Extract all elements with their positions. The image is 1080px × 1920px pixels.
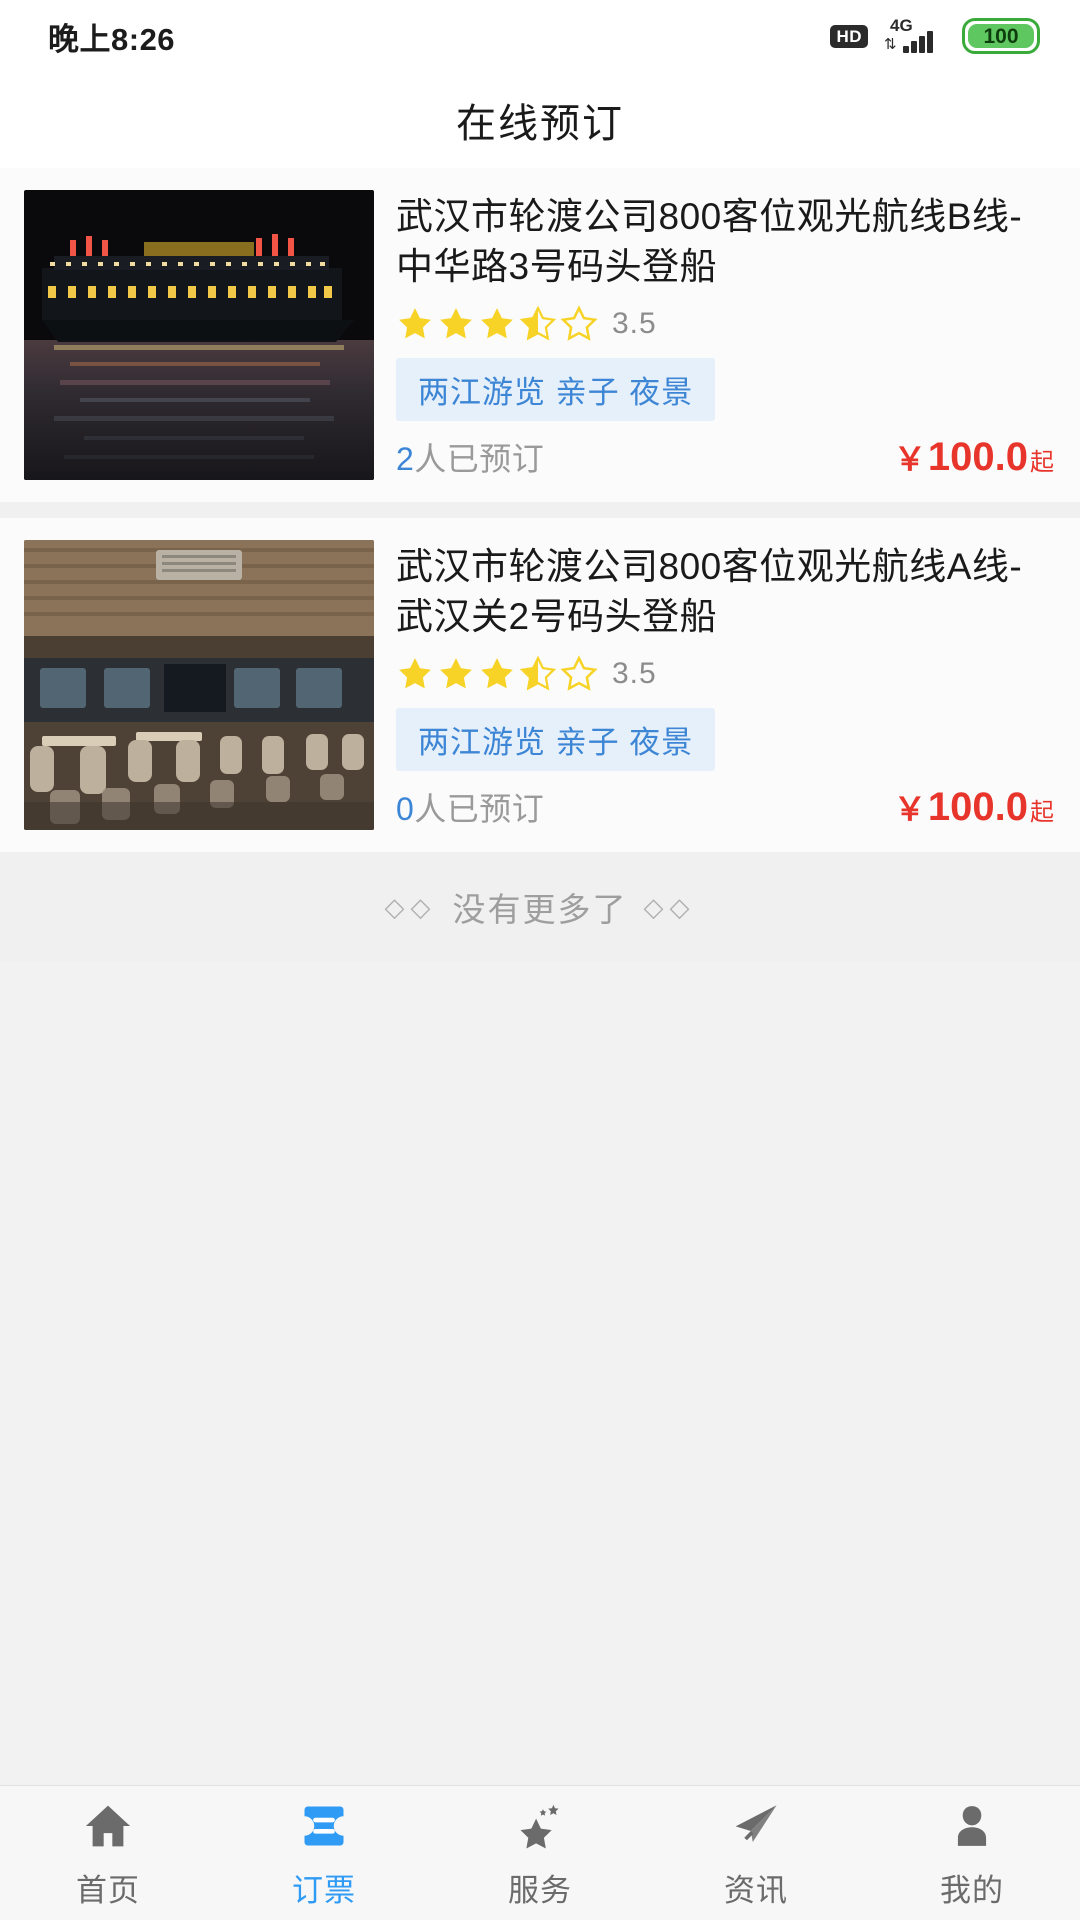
- tab-label: 订票: [292, 1872, 356, 1908]
- item-title: 武汉市轮渡公司800客位观光航线A线-武汉关2号码头登船: [396, 546, 1023, 637]
- star-empty-icon: [560, 655, 598, 691]
- bottom-tab-bar: 首页 订票 服务 资讯 我的: [0, 1785, 1080, 1920]
- page-title: 在线预订: [456, 102, 624, 146]
- star-half-icon: [519, 305, 557, 341]
- booked-count-text: 0人已预订: [396, 784, 544, 830]
- item-meta: 0人已预订 ￥ 100.0 起: [396, 784, 1054, 830]
- night-cruise-boat-photo: [24, 190, 374, 480]
- person-icon: [946, 1797, 998, 1855]
- item-tags: 两江游览 亲子 夜景: [396, 708, 716, 771]
- tab-news[interactable]: 资讯: [648, 1797, 864, 1910]
- item-price: ￥ 100.0 起: [894, 784, 1054, 830]
- star-full-icon: [440, 308, 472, 339]
- tab-label: 服务: [508, 1872, 572, 1908]
- list-item[interactable]: 武汉市轮渡公司800客位观光航线A线-武汉关2号码头登船 3.5 两江游览 亲子…: [0, 518, 1080, 852]
- star-empty-icon: [560, 305, 598, 341]
- price-suffix: 起: [1030, 799, 1054, 826]
- booked-count-label: 人已预订: [414, 441, 545, 477]
- ornament-left: ◇◇: [384, 891, 437, 922]
- hd-icon: HD: [830, 24, 868, 48]
- end-of-list: ◇◇ 没有更多了 ◇◇: [0, 852, 1080, 962]
- star-half-icon: [519, 655, 557, 691]
- paper-plane-icon: [730, 1797, 782, 1855]
- page-header: 在线预订: [0, 72, 1080, 168]
- status-bar: 晚上8:26 HD 4G ⇅ 100: [0, 0, 1080, 72]
- item-thumbnail[interactable]: [24, 190, 374, 480]
- list-item[interactable]: 武汉市轮渡公司800客位观光航线B线-中华路3号码头登船 3.5 两江游览 亲子…: [0, 168, 1080, 502]
- star-full-icon: [440, 658, 472, 689]
- signal-icon: 4G ⇅: [884, 17, 946, 53]
- star-full-icon: [481, 658, 513, 689]
- star-sparkle-icon: [514, 1797, 566, 1855]
- star-full-icon: [481, 308, 513, 339]
- booking-list: 武汉市轮渡公司800客位观光航线B线-中华路3号码头登船 3.5 两江游览 亲子…: [0, 168, 1080, 962]
- data-transfer-arrows-icon: ⇅: [884, 36, 897, 53]
- empty-space: [0, 962, 1080, 1785]
- item-tags: 两江游览 亲子 夜景: [396, 358, 716, 421]
- home-icon: [82, 1797, 134, 1855]
- battery-level-label: 100: [983, 24, 1019, 48]
- tab-label: 首页: [76, 1872, 140, 1908]
- item-price: ￥ 100.0 起: [894, 434, 1054, 480]
- signal-bars-icon: [903, 31, 933, 53]
- item-body: 武汉市轮渡公司800客位观光航线A线-武汉关2号码头登船 3.5 两江游览 亲子…: [396, 540, 1054, 830]
- price-amount: 100.0: [927, 785, 1028, 829]
- booked-count-number: 2: [396, 441, 415, 477]
- booked-count-label: 人已预订: [414, 791, 545, 827]
- item-rating: 3.5: [396, 652, 1054, 696]
- tab-ticket[interactable]: 订票: [216, 1797, 432, 1910]
- boat-interior-cabin-photo: [24, 540, 374, 830]
- ticket-icon: [298, 1797, 350, 1855]
- booked-count-number: 0: [396, 791, 415, 827]
- battery-icon: 100: [962, 18, 1040, 54]
- tab-home[interactable]: 首页: [0, 1797, 216, 1910]
- tab-label: 资讯: [724, 1872, 788, 1908]
- item-thumbnail[interactable]: [24, 540, 374, 830]
- booked-count-text: 2人已预订: [396, 434, 544, 480]
- star-rating-icons: [396, 655, 598, 693]
- item-title: 武汉市轮渡公司800客位观光航线B线-中华路3号码头登船: [396, 196, 1023, 287]
- rating-value: 3.5: [612, 657, 657, 690]
- tab-service[interactable]: 服务: [432, 1797, 648, 1910]
- currency-symbol: ￥: [893, 791, 926, 827]
- tab-label: 我的: [940, 1872, 1004, 1908]
- item-meta: 2人已预订 ￥ 100.0 起: [396, 434, 1054, 480]
- status-time: 晚上8:26: [48, 21, 176, 57]
- app-root: 晚上8:26 HD 4G ⇅ 100 在线预订 武汉市轮渡公司800客位观光航线…: [0, 0, 1080, 1920]
- status-icons: HD 4G ⇅ 100: [830, 17, 1040, 54]
- tab-profile[interactable]: 我的: [864, 1797, 1080, 1910]
- star-full-icon: [399, 658, 431, 689]
- ornament-right: ◇◇: [643, 891, 696, 922]
- price-suffix: 起: [1030, 449, 1054, 476]
- rating-value: 3.5: [612, 307, 657, 340]
- currency-symbol: ￥: [893, 441, 926, 477]
- price-amount: 100.0: [927, 435, 1028, 479]
- item-body: 武汉市轮渡公司800客位观光航线B线-中华路3号码头登船 3.5 两江游览 亲子…: [396, 190, 1054, 480]
- star-full-icon: [399, 308, 431, 339]
- star-rating-icons: [396, 305, 598, 343]
- item-rating: 3.5: [396, 302, 1054, 346]
- end-of-list-label: 没有更多了: [452, 891, 628, 928]
